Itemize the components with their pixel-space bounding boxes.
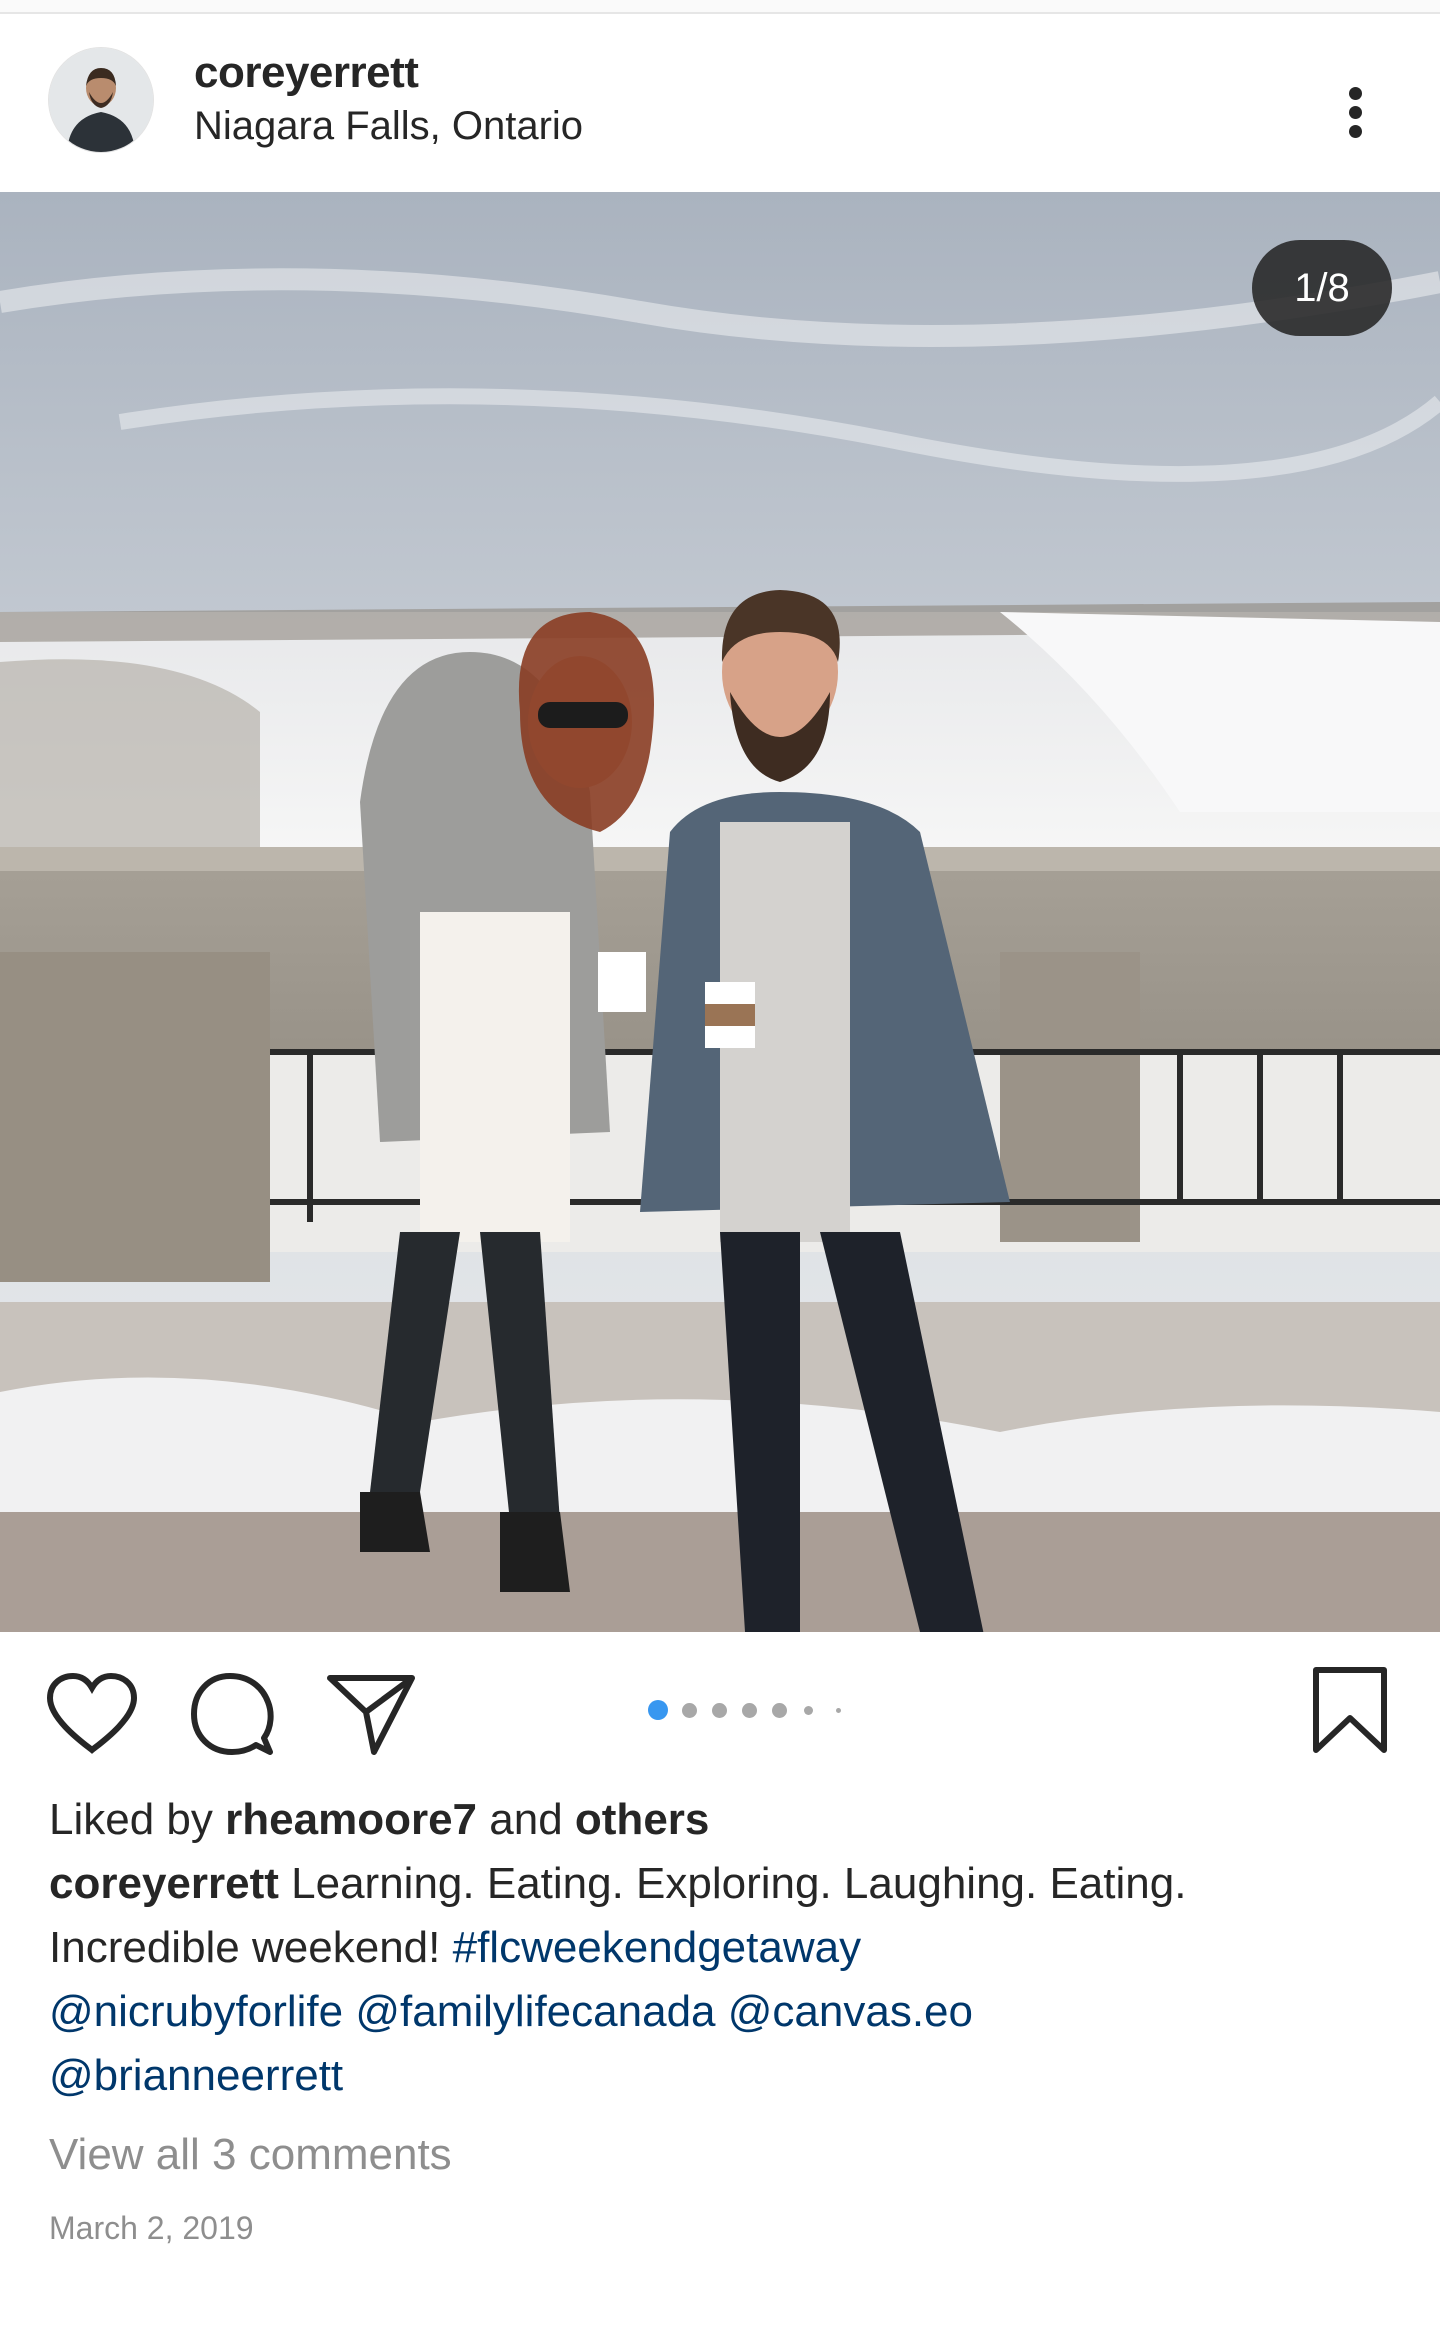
save-button[interactable] <box>1312 1666 1388 1761</box>
profile-photo-icon <box>49 48 153 152</box>
status-divider <box>0 0 1440 14</box>
hashtag-link[interactable]: #flcweekendgetaway <box>453 1923 861 1972</box>
share-button[interactable] <box>326 1672 416 1761</box>
carousel-dot <box>682 1703 697 1718</box>
view-comments-link[interactable]: View all 3 comments <box>49 2130 452 2180</box>
likes-prefix: Liked by <box>49 1795 213 1844</box>
more-vertical-icon <box>1349 87 1362 100</box>
caption-text: Learning. Eating. Exploring. Laughing. E… <box>291 1859 1187 1908</box>
more-options-button[interactable] <box>1330 69 1380 149</box>
carousel-dot <box>742 1703 757 1718</box>
caption-text-line2: Incredible weekend! <box>49 1923 441 1972</box>
carousel-dot <box>836 1708 841 1713</box>
avatar[interactable] <box>49 48 153 152</box>
photo-couple-niagara-falls-icon <box>0 192 1440 1632</box>
more-vertical-icon-dot <box>1349 106 1362 119</box>
bookmark-icon <box>1313 1667 1387 1753</box>
more-vertical-icon-dot <box>1349 125 1362 138</box>
caption: coreyerrett Learning. Eating. Exploring.… <box>49 1852 1399 2108</box>
carousel-dot <box>804 1706 813 1715</box>
likes-joiner: and <box>489 1795 563 1844</box>
likes-summary: Liked by rheamoore7 and others <box>49 1788 1399 1852</box>
mention-link[interactable]: @canvas.eo <box>728 1987 973 2036</box>
post-date: March 2, 2019 <box>49 2210 254 2246</box>
like-button[interactable] <box>46 1672 138 1761</box>
post-photo[interactable] <box>0 192 1440 1632</box>
carousel-dot <box>712 1703 727 1718</box>
carousel-dot-active <box>648 1700 668 1720</box>
likes-others-link[interactable]: others <box>575 1795 709 1844</box>
post-username[interactable]: coreyerrett <box>194 48 419 98</box>
carousel-dot <box>772 1703 787 1718</box>
paper-plane-icon <box>327 1675 415 1755</box>
post-location[interactable]: Niagara Falls, Ontario <box>194 104 583 149</box>
caption-author[interactable]: coreyerrett <box>49 1859 279 1908</box>
comment-bubble-icon <box>191 1673 274 1755</box>
mention-link[interactable]: @brianneerrett <box>49 2051 343 2100</box>
mention-link[interactable]: @nicrubyforlife <box>49 1987 343 2036</box>
comment-button[interactable] <box>190 1672 274 1763</box>
liker-username[interactable]: rheamoore7 <box>225 1795 477 1844</box>
media-counter-badge: 1/8 <box>1252 240 1392 336</box>
mention-link[interactable]: @familylifecanada <box>355 1987 715 2036</box>
heart-icon <box>46 1672 138 1754</box>
post-header: coreyerrett Niagara Falls, Ontario <box>0 14 1440 192</box>
